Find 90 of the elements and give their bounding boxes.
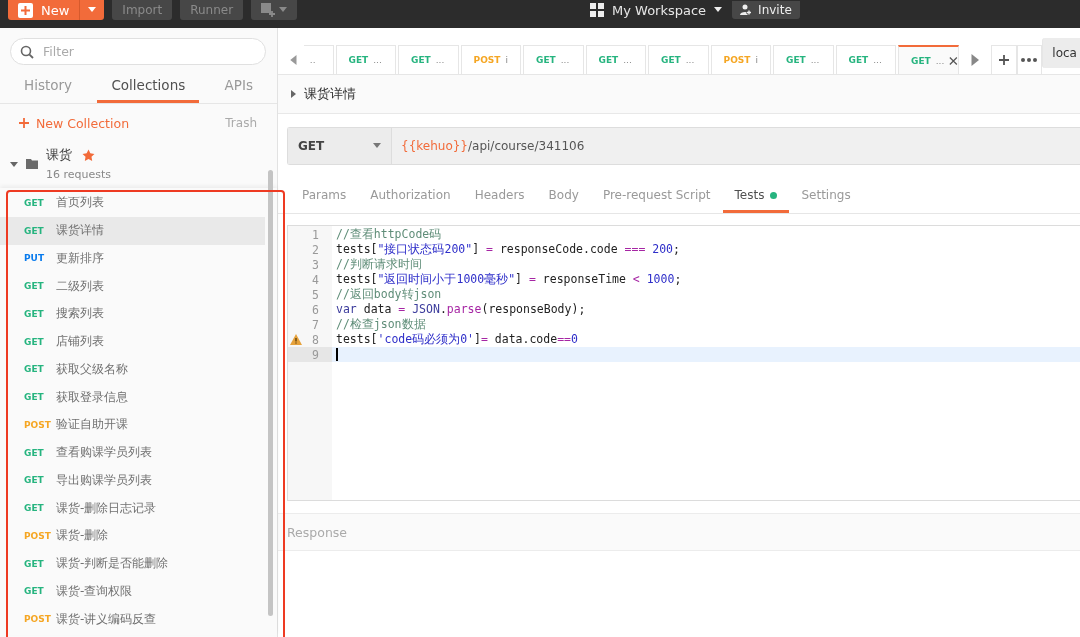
import-button[interactable]: Import <box>112 0 173 20</box>
search-icon <box>20 45 34 59</box>
request-item[interactable]: PUT 更新排序 <box>0 244 265 273</box>
code-line: //检查json数据 <box>336 317 426 331</box>
request-item[interactable]: GET 课货-查询权限 <box>0 577 265 606</box>
line-number: 9 <box>312 347 319 362</box>
line-number: 2 <box>312 242 319 257</box>
line-number: 8 <box>312 332 319 347</box>
add-user-icon <box>740 4 753 16</box>
more-icon <box>1021 58 1038 62</box>
folder-icon <box>26 159 38 169</box>
code-editor[interactable] <box>287 225 1080 501</box>
request-option-tab[interactable]: Headers <box>462 180 537 213</box>
request-tab[interactable]: POST i <box>710 45 772 74</box>
code-line: //判断请求时间 <box>336 257 422 271</box>
code-line: tests["返回时间小于1000毫秒"] = responseTime < 1000; <box>336 272 682 286</box>
request-tab[interactable]: GET ... <box>773 45 834 74</box>
request-item[interactable]: POST 课货-删除 <box>0 522 265 550</box>
code-line: //返回body转json <box>336 287 442 301</box>
line-number: 6 <box>312 302 319 317</box>
new-button[interactable]: New <box>8 0 105 20</box>
sidebar-tab[interactable]: APIs <box>210 69 253 103</box>
request-tab[interactable]: GET ... <box>398 45 459 74</box>
warning-icon <box>290 334 302 345</box>
grid-icon <box>590 3 604 17</box>
request-item[interactable]: GET 查看购课学员列表 <box>0 438 265 467</box>
request-option-tab[interactable]: Body <box>536 180 591 213</box>
request-tab[interactable]: .. <box>303 45 334 74</box>
environment-selector[interactable]: loca <box>1042 38 1080 68</box>
sidebar-tab[interactable]: History <box>24 69 87 103</box>
request-option-tab[interactable]: Params <box>290 180 359 213</box>
text-cursor <box>336 348 338 361</box>
line-number: 3 <box>312 257 319 272</box>
line-number: 4 <box>312 272 319 287</box>
request-option-tab[interactable]: Tests <box>722 180 790 213</box>
request-option-tab[interactable]: Pre-request Script <box>590 180 723 213</box>
plus-icon <box>18 117 30 129</box>
close-icon[interactable] <box>949 55 959 66</box>
line-number: 7 <box>312 317 319 332</box>
request-item[interactable]: POST 课货-讲义编码反查 <box>0 605 265 633</box>
scrollbar[interactable] <box>268 170 273 616</box>
star-icon[interactable] <box>82 148 95 162</box>
request-item[interactable]: GET 课货-判断是否能删除 <box>0 549 265 578</box>
line-number: 1 <box>312 227 319 242</box>
collection-name[interactable]: 课货 <box>46 146 72 164</box>
request-item[interactable]: GET 二级列表 <box>0 272 265 300</box>
caret-icon <box>290 90 298 98</box>
runner-button[interactable]: Runner <box>180 0 244 20</box>
request-tab[interactable]: GET ... <box>523 45 584 74</box>
caret-icon <box>288 54 299 65</box>
request-item[interactable]: GET 搜索列表 <box>0 300 265 328</box>
request-tab[interactable]: GET ... <box>585 45 647 74</box>
sidebar-tab[interactable]: Collections <box>97 69 200 103</box>
request-count: 16 requests <box>46 168 112 181</box>
code-line: //查看httpCode码 <box>336 227 442 241</box>
request-option-tab[interactable]: Settings <box>789 180 863 213</box>
request-tab[interactable]: POST i <box>460 45 522 74</box>
new-tab-button[interactable] <box>990 45 1017 74</box>
request-item[interactable]: GET 课货-删除日志记录 <box>0 494 265 522</box>
new-window-button[interactable] <box>251 0 298 20</box>
request-item[interactable]: POST 验证自助开课 <box>0 411 265 439</box>
request-item[interactable]: GET 获取登录信息 <box>0 383 265 411</box>
request-tab[interactable]: GET ... <box>898 45 960 74</box>
response-title: Response <box>287 524 348 540</box>
request-tab[interactable]: GET ... <box>835 45 897 74</box>
new-window-icon <box>261 3 276 17</box>
caret-icon <box>714 6 723 14</box>
caret-icon <box>10 161 18 169</box>
line-number: 5 <box>312 287 319 302</box>
request-item[interactable]: GET 店铺列表 <box>0 327 265 356</box>
request-item[interactable]: GET 获取父级名称 <box>0 355 265 384</box>
plus-icon <box>18 2 33 18</box>
request-item[interactable]: GET 导出购课学员列表 <box>0 466 265 495</box>
request-item[interactable]: GET 首页列表 <box>0 189 265 217</box>
invite-button[interactable]: Invite <box>732 1 800 19</box>
code-line: tests['code码必须为0']= data.code==0 <box>336 332 578 346</box>
new-collection-link[interactable]: New Collection <box>18 115 130 131</box>
plus-icon <box>997 54 1010 66</box>
filter-field[interactable]: Filter <box>10 38 266 65</box>
trash-link[interactable]: Trash <box>225 116 257 130</box>
caret-icon <box>88 6 97 14</box>
caret-icon <box>279 6 288 14</box>
request-item[interactable]: GET 课货详情 <box>0 216 265 245</box>
request-tab[interactable]: GET ... <box>335 45 397 74</box>
code-line: var data = JSON.parse(responseBody); <box>336 302 586 316</box>
workspace-selector[interactable]: My Workspace <box>590 2 723 18</box>
request-tab[interactable]: GET ... <box>648 45 709 74</box>
request-option-tab[interactable]: Authorization <box>358 180 463 213</box>
code-line: tests["接口状态码200"] = responseCode.code === 200; <box>336 242 680 256</box>
request-title[interactable]: 课货详情 <box>304 85 356 103</box>
